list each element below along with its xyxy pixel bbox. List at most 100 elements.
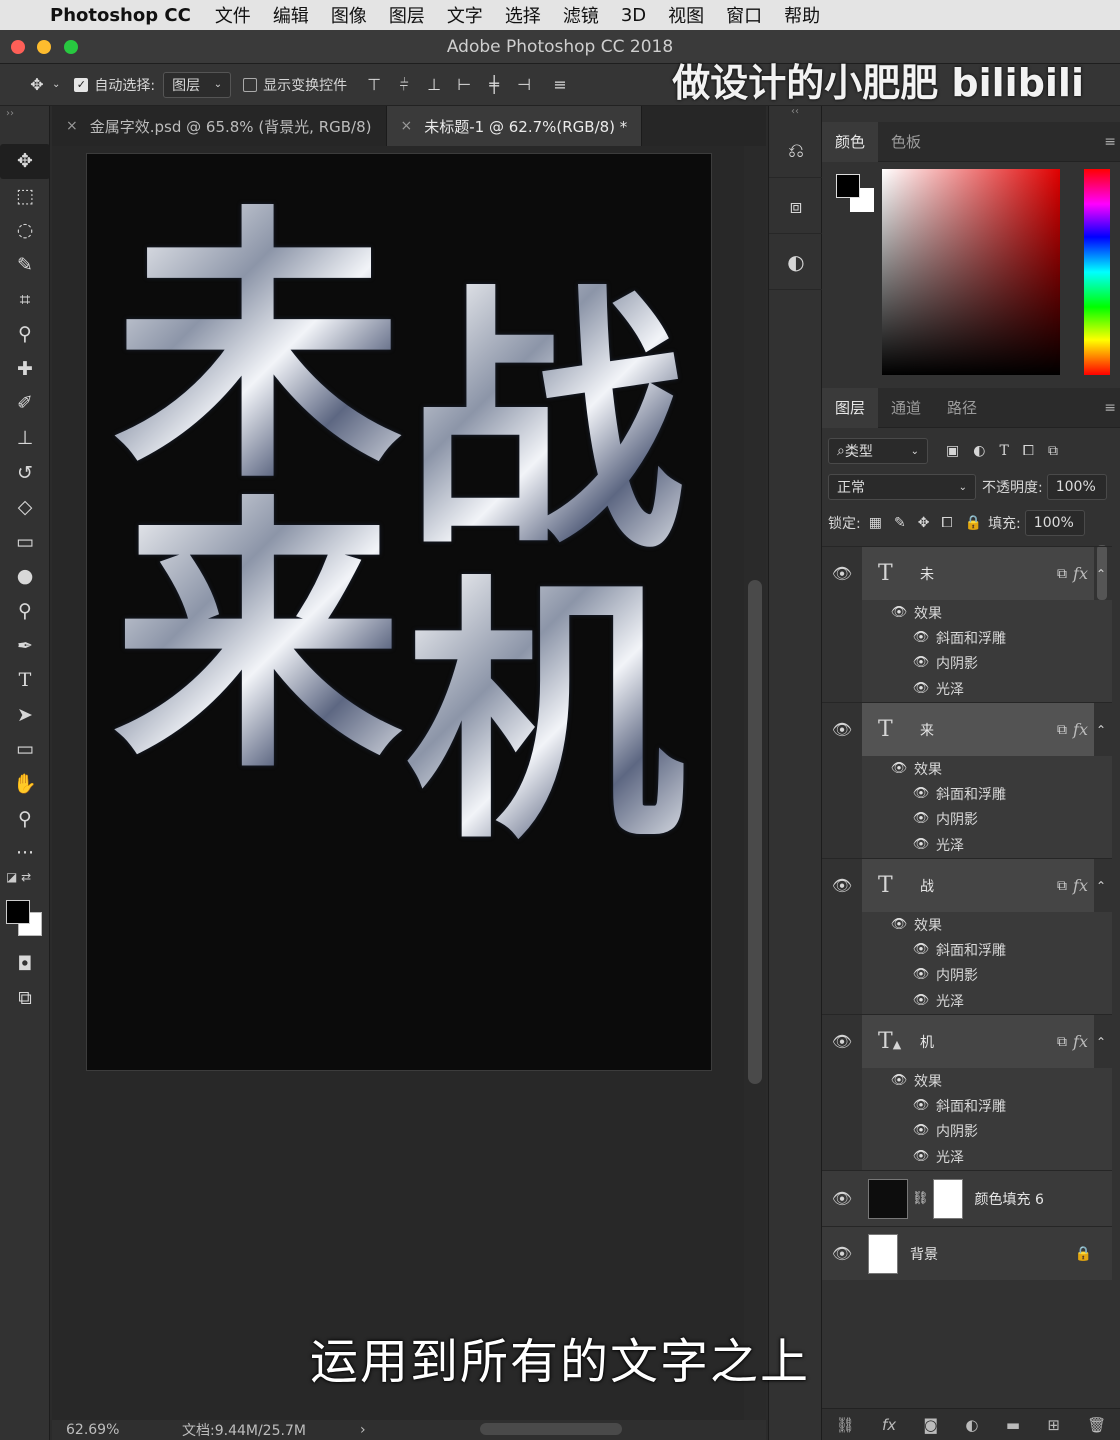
eye-icon[interactable]: 👁: [888, 917, 910, 932]
collapse-effects-icon[interactable]: ⌃: [1096, 723, 1106, 737]
fx-icon[interactable]: fx: [1073, 876, 1088, 895]
menu-edit[interactable]: 编辑: [273, 2, 309, 28]
menu-help[interactable]: 帮助: [784, 2, 820, 28]
effect-satin[interactable]: 👁 光泽: [862, 676, 1112, 702]
foreground-color-chip[interactable]: [836, 174, 860, 198]
pen-tool-icon[interactable]: ✒: [0, 628, 50, 663]
lock-all-icon[interactable]: 🔒: [965, 515, 982, 531]
hand-tool-icon[interactable]: ✋: [0, 767, 50, 802]
image-filter-icon[interactable]: ▣: [946, 443, 959, 459]
auto-select-dropdown[interactable]: 图层 ⌄: [163, 71, 232, 98]
move-tool-icon[interactable]: ✥: [0, 144, 50, 179]
path-select-icon[interactable]: ➤: [0, 698, 50, 733]
horizontal-scroll-thumb[interactable]: [480, 1423, 622, 1435]
layer-row[interactable]: 👁 T 未 ⧉ fx ⌃: [822, 546, 1112, 601]
layer-row[interactable]: 👁 T 战 ⧉ fx ⌃: [822, 858, 1112, 913]
eye-icon[interactable]: 👁: [822, 1032, 862, 1051]
new-group-icon[interactable]: ▬: [1006, 1416, 1020, 1434]
menu-file[interactable]: 文件: [215, 2, 251, 28]
panel-menu-icon[interactable]: ≡: [1104, 134, 1116, 150]
eye-icon[interactable]: 👁: [910, 1149, 932, 1164]
align-top-icon[interactable]: ⊤: [359, 70, 389, 100]
3d-panel-icon[interactable]: ⧈: [769, 178, 823, 234]
effect-satin[interactable]: 👁 光泽: [862, 832, 1112, 858]
lasso-tool-icon[interactable]: ◌: [0, 213, 50, 248]
panel-menu-icon[interactable]: ≡: [1104, 400, 1116, 416]
lock-artboard-icon[interactable]: ⧠: [941, 515, 952, 531]
shape-filter-icon[interactable]: ⧠: [1023, 443, 1034, 459]
align-bottom-icon[interactable]: ⊥: [419, 70, 449, 100]
adjustment-layer-icon[interactable]: ◐: [965, 1416, 978, 1434]
color-swatches[interactable]: [0, 896, 49, 946]
eye-icon[interactable]: 👁: [910, 1098, 932, 1113]
trash-icon[interactable]: 🗑: [1087, 1416, 1106, 1434]
layer-name[interactable]: 来: [920, 720, 1057, 740]
fill-input[interactable]: 100%: [1024, 510, 1085, 536]
menu-window[interactable]: 窗口: [726, 2, 762, 28]
close-icon[interactable]: ×: [401, 118, 413, 134]
eye-icon[interactable]: 👁: [910, 967, 932, 982]
smart-object-filter-icon[interactable]: ⧉: [1048, 443, 1058, 459]
tab-layers[interactable]: 图层: [822, 387, 879, 428]
eye-icon[interactable]: 👁: [822, 720, 862, 739]
effect-satin[interactable]: 👁 光泽: [862, 988, 1112, 1014]
marquee-tool-icon[interactable]: ⬚: [0, 179, 50, 214]
effect-bevel-emboss[interactable]: 👁 斜面和浮雕: [862, 1093, 1112, 1119]
type-tool-icon[interactable]: T: [0, 663, 50, 698]
zoom-level[interactable]: 62.69%: [66, 1422, 132, 1438]
eye-icon[interactable]: 👁: [822, 1189, 862, 1208]
eye-icon[interactable]: 👁: [910, 1123, 932, 1138]
eye-icon[interactable]: 👁: [910, 786, 932, 801]
expand-icon[interactable]: ››: [0, 106, 49, 144]
vertical-scroll-thumb[interactable]: [748, 580, 762, 1084]
adjustments-panel-icon[interactable]: ◐: [769, 234, 823, 290]
effect-inner-shadow[interactable]: 👁 内阴影: [862, 1118, 1112, 1144]
auto-select-checkbox[interactable]: ✓: [74, 77, 89, 92]
stamp-tool-icon[interactable]: ⊥: [0, 421, 50, 456]
swap-colors-icon[interactable]: ◪ ⇄: [0, 870, 49, 896]
align-vcenter-icon[interactable]: ⫩: [389, 70, 419, 100]
layer-name[interactable]: 未: [920, 564, 1057, 584]
layer-filter-dropdown[interactable]: ⌕ 类型 ⌄: [828, 438, 928, 464]
blend-mode-dropdown[interactable]: 正常 ⌄: [828, 474, 976, 500]
quick-select-tool-icon[interactable]: ✎: [0, 248, 50, 283]
crop-tool-icon[interactable]: ⌗: [0, 282, 50, 317]
effect-inner-shadow[interactable]: 👁 内阴影: [862, 962, 1112, 988]
brush-tool-icon[interactable]: ✐: [0, 386, 50, 421]
status-arrow-icon[interactable]: ›: [360, 1422, 366, 1438]
eye-icon[interactable]: 👁: [822, 876, 862, 895]
layer-row[interactable]: 👁 背景 🔒: [822, 1226, 1112, 1280]
menu-filter[interactable]: 滤镜: [563, 2, 599, 28]
layer-name[interactable]: 颜色填充 6: [975, 1189, 1112, 1209]
align-right-icon[interactable]: ⊣: [509, 70, 539, 100]
quick-mask-icon[interactable]: ◘: [0, 946, 50, 981]
history-panel-icon[interactable]: ⎌: [769, 122, 823, 178]
eye-icon[interactable]: 👁: [910, 655, 932, 670]
history-brush-icon[interactable]: ↺: [0, 455, 50, 490]
collapse-effects-icon[interactable]: ⌃: [1096, 567, 1106, 581]
layer-row[interactable]: 👁 ⛓ 颜色填充 6: [822, 1170, 1112, 1226]
menu-layer[interactable]: 图层: [389, 2, 425, 28]
adjustment-filter-icon[interactable]: ◐: [973, 443, 985, 459]
eye-icon[interactable]: 👁: [910, 811, 932, 826]
eyedropper-tool-icon[interactable]: ⚲: [0, 317, 50, 352]
document-canvas[interactable]: 未 战 来 机: [86, 153, 712, 1071]
link-layers-icon[interactable]: ⛓: [836, 1416, 855, 1434]
eye-icon[interactable]: 👁: [888, 761, 910, 776]
distribute-top-icon[interactable]: ≡: [545, 70, 575, 100]
blur-tool-icon[interactable]: ●: [0, 559, 50, 594]
eye-icon[interactable]: 👁: [822, 564, 862, 583]
effect-satin[interactable]: 👁 光泽: [862, 1144, 1112, 1170]
tab-channels[interactable]: 通道: [878, 388, 934, 428]
eye-icon[interactable]: 👁: [888, 605, 910, 620]
align-hcenter-icon[interactable]: ╪: [479, 70, 509, 100]
fx-icon[interactable]: fx: [1073, 564, 1088, 583]
more-tools-icon[interactable]: ···: [0, 836, 50, 871]
layer-row[interactable]: 👁 T 来 ⧉ fx ⌃: [822, 702, 1112, 757]
menu-app-name[interactable]: Photoshop CC: [50, 5, 191, 26]
tab-swatches[interactable]: 色板: [878, 122, 934, 162]
menu-image[interactable]: 图像: [331, 2, 367, 28]
effect-bevel-emboss[interactable]: 👁 斜面和浮雕: [862, 937, 1112, 963]
color-picker-field[interactable]: [882, 169, 1060, 375]
move-tool-icon[interactable]: ✥: [22, 70, 52, 100]
